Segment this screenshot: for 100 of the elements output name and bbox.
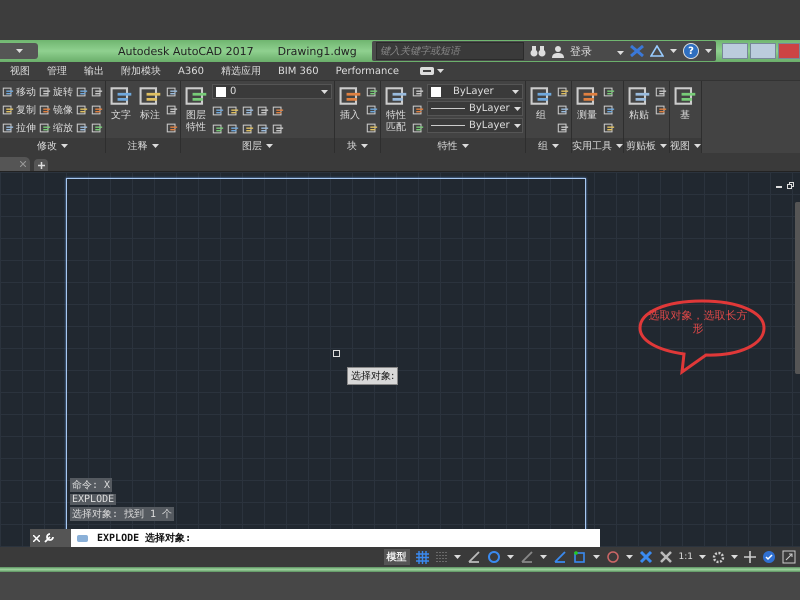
ribbon-tab[interactable]: 管理: [47, 64, 67, 78]
panel-title[interactable]: 修改: [0, 138, 105, 153]
annotation-scale[interactable]: 1:1: [678, 552, 693, 562]
plus-icon: [38, 162, 44, 168]
quick-access-toolbar[interactable]: [0, 43, 38, 59]
tool-icon: [76, 86, 88, 98]
tool-icon: [76, 122, 88, 134]
annotation-text: 选取对象，选取长方形: [648, 309, 748, 335]
tool-icon: [2, 122, 14, 134]
app-title: Autodesk AutoCAD 2017: [118, 44, 254, 58]
ribbon-button[interactable]: 图层特性: [183, 84, 209, 134]
tool-icon: [39, 86, 51, 98]
sign-in-link[interactable]: 登录: [570, 44, 592, 58]
panel-title[interactable]: 注释: [106, 138, 180, 153]
tool-icon: [257, 105, 269, 117]
ribbon-button[interactable]: 旋转: [39, 84, 73, 100]
ribbon-button[interactable]: 移动: [2, 84, 36, 100]
linetype-dropdown[interactable]: ByLayer: [427, 101, 523, 116]
annotation-scale-icon[interactable]: [638, 550, 653, 564]
tool-icon: [39, 122, 51, 134]
tool-icon: [227, 105, 239, 117]
annotation-visibility-icon[interactable]: [658, 550, 673, 564]
ribbon-button[interactable]: 镜像: [39, 102, 73, 118]
pickbox-cursor: [333, 350, 340, 357]
panel-title[interactable]: 组: [526, 138, 571, 153]
search-field[interactable]: 键入关键字或短语: [376, 42, 524, 60]
workspace-icon[interactable]: [606, 550, 620, 564]
caret-icon: [514, 124, 521, 128]
ribbon-tab[interactable]: A360: [178, 66, 204, 76]
panel-title[interactable]: 特性: [381, 138, 525, 153]
panel-title[interactable]: 实用工具: [572, 138, 623, 153]
tool-icon: [39, 104, 51, 116]
restore-icon[interactable]: [787, 182, 794, 189]
triangle-icon[interactable]: [650, 45, 664, 57]
caret-icon: [462, 144, 468, 148]
plus-icon[interactable]: [744, 551, 756, 563]
caret-icon: [626, 555, 633, 559]
caret-icon: [731, 555, 738, 559]
ribbon-button[interactable]: 文字: [108, 84, 134, 122]
caret-icon: [266, 144, 273, 148]
panel-toggle-icon[interactable]: [420, 67, 434, 75]
ribbon-tab[interactable]: 精选应用: [220, 64, 261, 78]
model-tab[interactable]: 模型: [384, 549, 410, 565]
ribbon-tab[interactable]: BIM 360: [278, 66, 319, 76]
tool-icon: [603, 86, 615, 98]
ribbon-button[interactable]: 标注: [137, 84, 163, 122]
ribbon-button[interactable]: 组: [528, 84, 554, 122]
fullscreen-icon[interactable]: [782, 550, 796, 564]
tool-icon: [242, 123, 254, 135]
wrench-icon[interactable]: [44, 533, 54, 543]
isolate-icon[interactable]: [762, 550, 776, 564]
tool-icon: [412, 122, 424, 134]
ribbon-button[interactable]: 插入: [337, 84, 363, 122]
help-button[interactable]: ?: [683, 43, 699, 59]
ribbon-tab[interactable]: 附加模块: [121, 64, 161, 78]
caret-icon: [670, 49, 677, 53]
caret-icon: [705, 49, 712, 53]
ribbon-tab[interactable]: 视图: [10, 64, 30, 78]
tool-icon: [557, 104, 569, 116]
ribbon-button[interactable]: 特性匹配: [383, 84, 409, 134]
panel-title[interactable]: 图层: [181, 138, 334, 153]
tool-icon: [412, 104, 424, 116]
ribbon-tab[interactable]: 输出: [84, 64, 104, 78]
panel-title[interactable]: 剪贴板: [624, 138, 669, 153]
tool-icon: [557, 122, 569, 134]
panel-title[interactable]: 块: [335, 138, 380, 153]
caret-icon: [699, 555, 706, 559]
ribbon-button[interactable]: 缩放: [39, 120, 73, 136]
polar-icon[interactable]: [486, 550, 501, 564]
tool-icon: [212, 105, 224, 117]
osnap-icon[interactable]: [572, 550, 587, 564]
document-title: Drawing1.dwg: [278, 44, 357, 58]
tool-icon: [412, 86, 424, 98]
new-tab-button[interactable]: [34, 159, 48, 171]
panel-title[interactable]: 视图: [670, 138, 701, 153]
ortho-icon[interactable]: [466, 550, 481, 564]
tool-icon: [212, 123, 224, 135]
tool-icon: [257, 123, 269, 135]
object-track-icon[interactable]: [552, 550, 567, 564]
ribbon-button[interactable]: 拉伸: [2, 120, 36, 136]
linetype-dropdown[interactable]: ByLayer: [427, 118, 523, 133]
tool-icon: [366, 122, 378, 134]
ribbon-button[interactable]: 粘贴: [626, 84, 652, 122]
isometric-icon[interactable]: [520, 550, 534, 564]
ribbon-button[interactable]: 测量: [574, 84, 600, 122]
grid-icon[interactable]: [416, 550, 429, 564]
tool-icon: [603, 122, 615, 134]
caret-icon: [437, 69, 444, 73]
tool-icon: [272, 105, 284, 117]
ribbon-button[interactable]: 基: [672, 84, 698, 122]
ribbon-tab[interactable]: Performance: [336, 66, 400, 76]
snap-icon[interactable]: [434, 550, 448, 564]
layer-dropdown[interactable]: 0: [212, 84, 332, 99]
color-dropdown[interactable]: ByLayer: [427, 84, 523, 99]
user-icon[interactable]: [552, 44, 564, 58]
caret-icon: [16, 49, 22, 53]
gear-icon[interactable]: [712, 550, 725, 564]
tool-icon: [166, 122, 178, 134]
ribbon-button[interactable]: 复制: [2, 102, 36, 118]
binoculars-icon[interactable]: [530, 45, 546, 57]
